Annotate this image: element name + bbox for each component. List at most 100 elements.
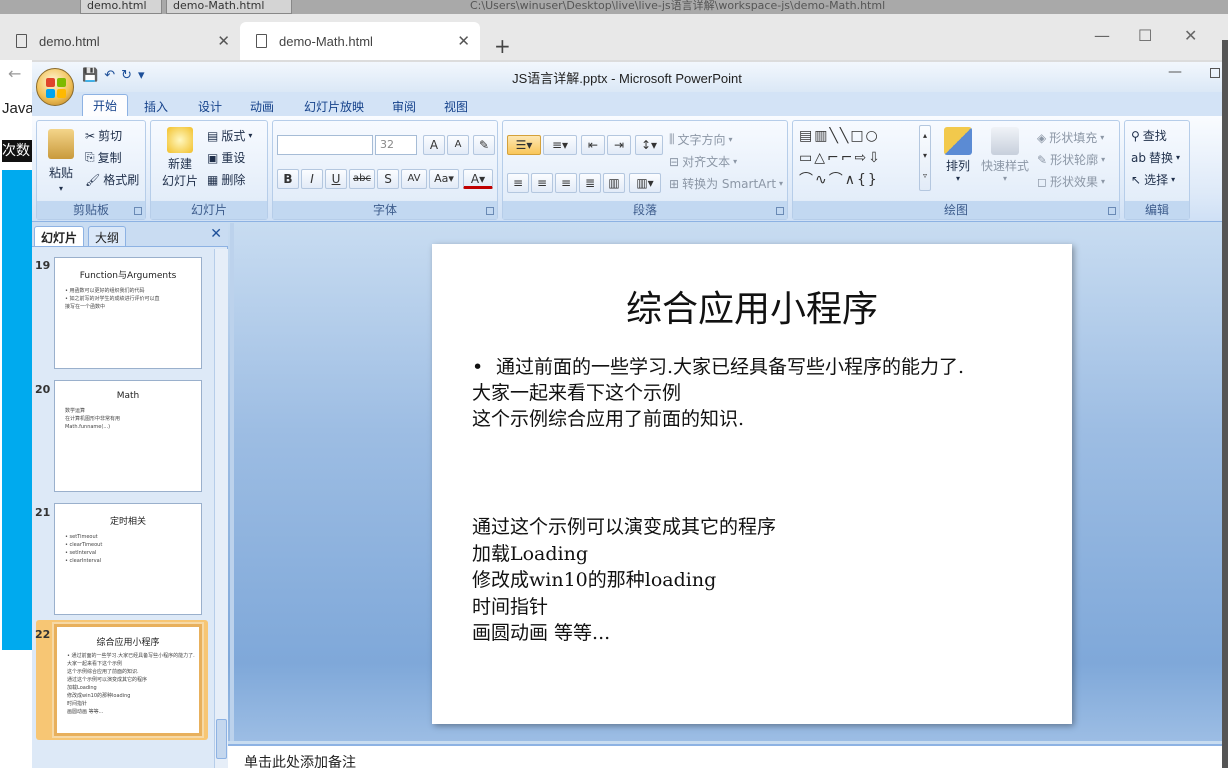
columns-button[interactable]: ▥▾: [629, 173, 661, 193]
browser-page-visible-strip: ← Java 次数: [0, 60, 34, 768]
layout-button[interactable]: ▤ 版式 ▾: [207, 127, 252, 144]
copy-button[interactable]: ⎘ 复制: [85, 149, 122, 166]
quick-styles-button[interactable]: 快速样式 ▾: [979, 127, 1031, 183]
thumbnail-line: • setTimeout: [65, 534, 98, 540]
tab-home[interactable]: 开始: [82, 94, 129, 116]
scrollbar-thumb[interactable]: [216, 719, 227, 759]
delete-slide-button[interactable]: ▦ 删除: [207, 171, 245, 188]
slide-thumbnail-19[interactable]: Function与Arguments • 用函数可以更好的组织我们的代码 • 如…: [54, 257, 202, 369]
decrease-indent-button[interactable]: ⇤: [581, 135, 605, 155]
pane-tab-outline[interactable]: 大纲: [88, 226, 127, 246]
tab-animations[interactable]: 动画: [240, 96, 284, 117]
tab-view[interactable]: 视图: [434, 96, 478, 117]
pane-close-icon[interactable]: ✕: [210, 226, 222, 242]
pane-tab-slides[interactable]: 幻灯片: [34, 226, 85, 246]
bullets-button[interactable]: ☰▾: [507, 135, 541, 155]
grow-font-button[interactable]: A: [423, 135, 445, 155]
tab-design[interactable]: 设计: [188, 96, 232, 117]
paste-dropdown-icon[interactable]: ▾: [59, 184, 63, 193]
italic-button[interactable]: I: [301, 169, 323, 189]
background-tab-demo[interactable]: demo.html: [80, 0, 162, 14]
window-maximize-button[interactable]: ☐: [1138, 26, 1152, 45]
strikethrough-button[interactable]: abc: [349, 169, 375, 189]
powerpoint-titlebar: 💾 ↶ ↻ ▾ JS语言详解.pptx - Microsoft PowerPoi…: [32, 62, 1222, 92]
new-slide-button[interactable]: 新建 幻灯片: [157, 127, 203, 189]
copy-icon: ⎘: [85, 150, 95, 164]
notes-pane[interactable]: 单击此处添加备注: [228, 744, 1222, 768]
font-color-button[interactable]: A▾: [463, 169, 493, 189]
new-tab-button[interactable]: +: [494, 34, 511, 58]
dialog-launcher-icon[interactable]: [776, 207, 784, 215]
tab-close-icon[interactable]: ✕: [217, 32, 230, 50]
shapes-gallery-scroll[interactable]: ▴ ▾ ▿: [919, 125, 931, 191]
format-painter-button[interactable]: 🖌 格式刷: [85, 171, 139, 188]
shape-outline-button[interactable]: ✎ 形状轮廓 ▾: [1037, 151, 1105, 168]
slide-title[interactable]: 综合应用小程序: [432, 280, 1072, 332]
slide-text-line: 修改成win10的那种loading: [472, 569, 717, 591]
find-button[interactable]: ⚲ 查找: [1131, 127, 1167, 144]
tab-slide-show[interactable]: 幻灯片放映: [294, 96, 374, 117]
font-size-select[interactable]: 32: [375, 135, 417, 155]
dialog-launcher-icon[interactable]: [134, 207, 142, 215]
align-text-button[interactable]: ⊟ 对齐文本 ▾: [669, 153, 737, 170]
distribute-button[interactable]: ▥: [603, 173, 625, 193]
dialog-launcher-icon[interactable]: [1108, 207, 1116, 215]
clear-formatting-button[interactable]: ✎: [473, 135, 495, 155]
file-icon: [16, 34, 27, 48]
text-direction-button[interactable]: ⫼ 文字方向 ▾: [669, 131, 733, 148]
increase-indent-button[interactable]: ⇥: [607, 135, 631, 155]
reset-button[interactable]: ▣ 重设: [207, 149, 245, 166]
slide-thumbnail-22[interactable]: 综合应用小程序 • 通过前面的一些学习.大家已经具备写些小程序的能力了. 大家一…: [54, 624, 202, 736]
tab-close-icon[interactable]: ✕: [457, 32, 470, 50]
current-slide[interactable]: 综合应用小程序 • 通过前面的一些学习.大家已经具备写些小程序的能力了. 大家一…: [432, 244, 1072, 724]
window-close-button[interactable]: ✕: [1184, 26, 1197, 45]
shape-fill-button[interactable]: ◈ 形状填充 ▾: [1037, 129, 1104, 146]
convert-smartart-button[interactable]: ⊞ 转换为 SmartArt ▾: [669, 175, 783, 192]
slide-thumbnail-20[interactable]: Math 数学运算 在计算机图形中非常有用 Math.funname(...): [54, 380, 202, 492]
paint-bucket-icon: ◈: [1037, 130, 1047, 145]
editing-area-left-edge: [230, 223, 234, 741]
back-arrow-icon[interactable]: ←: [8, 64, 21, 83]
numbering-button[interactable]: ≡▾: [543, 135, 577, 155]
thumbnail-line: 这个示例综合应用了前面的知识.: [67, 669, 139, 675]
slide-body-placeholder[interactable]: • 通过前面的一些学习.大家已经具备写些小程序的能力了. 大家一起来看下这个示例…: [472, 354, 1052, 432]
align-left-button[interactable]: ≡: [507, 173, 529, 193]
ppt-minimize-button[interactable]: —: [1168, 64, 1182, 80]
slide-body-second-block[interactable]: 通过这个示例可以演变成其它的程序 加载Loading 修改成win10的那种lo…: [472, 514, 1032, 647]
tab-demo-html[interactable]: demo.html ✕: [0, 22, 240, 60]
justify-button[interactable]: ≣: [579, 173, 601, 193]
line-spacing-button[interactable]: ↕▾: [635, 135, 663, 155]
browser-scrollbar[interactable]: [1222, 40, 1228, 768]
group-label: 字体: [273, 201, 497, 219]
select-label: 选择: [1144, 173, 1169, 187]
arrange-button[interactable]: 排列 ▾: [941, 127, 975, 183]
slide-thumbnail-21[interactable]: 定时相关 • setTimeout • clearTimeout • setIn…: [54, 503, 202, 615]
cut-button[interactable]: ✂ 剪切: [85, 127, 122, 144]
office-button[interactable]: [36, 68, 74, 106]
character-spacing-button[interactable]: AV: [401, 169, 427, 189]
tab-review[interactable]: 审阅: [382, 96, 426, 117]
change-case-button[interactable]: Aa▾: [429, 169, 459, 189]
window-minimize-button[interactable]: —: [1094, 26, 1110, 45]
underline-button[interactable]: U: [325, 169, 347, 189]
ppt-maximize-button[interactable]: [1210, 68, 1220, 78]
shadow-button[interactable]: S: [377, 169, 399, 189]
font-name-select[interactable]: [277, 135, 373, 155]
dialog-launcher-icon[interactable]: [486, 207, 494, 215]
shape-effects-button[interactable]: ◻ 形状效果 ▾: [1037, 173, 1105, 190]
thumbnail-title: 定时相关: [109, 517, 146, 527]
shapes-gallery[interactable]: ▤▥╲╲□○ ▭△⌐⌐⇨⇩ ⌒∿⌒∧{}: [799, 125, 919, 191]
align-center-button[interactable]: ≡: [531, 173, 553, 193]
tab-insert[interactable]: 插入: [134, 96, 178, 117]
shrink-font-button[interactable]: A: [447, 135, 469, 155]
bold-button[interactable]: B: [277, 169, 299, 189]
align-text-icon: ⊟: [669, 154, 680, 169]
background-tab-demo-math[interactable]: demo-Math.html: [166, 0, 292, 14]
new-slide-label: 新建: [167, 157, 192, 171]
slides-pane-scrollbar[interactable]: [214, 249, 228, 768]
paste-button[interactable]: 粘贴 ▾: [43, 129, 79, 193]
align-right-button[interactable]: ≡: [555, 173, 577, 193]
replace-button[interactable]: ab 替换 ▾: [1131, 149, 1180, 166]
select-button[interactable]: ↖ 选择 ▾: [1131, 171, 1175, 188]
tab-demo-math-html[interactable]: demo-Math.html ✕: [240, 22, 480, 60]
